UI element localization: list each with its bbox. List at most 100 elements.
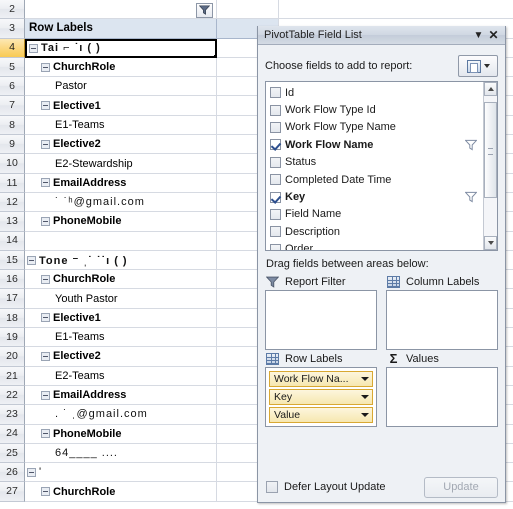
collapse-toggle-icon[interactable] — [27, 255, 36, 265]
update-button[interactable]: Update — [424, 476, 498, 498]
row-header-19[interactable]: 19 — [0, 328, 25, 348]
field-list-item[interactable]: Key — [268, 188, 483, 205]
field-checkbox[interactable] — [270, 139, 281, 151]
collapse-toggle-icon[interactable] — [29, 43, 38, 53]
field-checkbox[interactable] — [270, 156, 281, 168]
field-list-layout-button[interactable] — [458, 55, 498, 77]
pivot-cell[interactable]: ChurchRole — [25, 482, 217, 502]
field-list-item[interactable]: Work Flow Type Id — [268, 101, 483, 118]
chevron-down-icon[interactable] — [359, 410, 370, 421]
row-header-24[interactable]: 24 — [0, 424, 25, 444]
field-list-item[interactable]: Description — [268, 223, 483, 240]
collapse-toggle-icon[interactable] — [41, 429, 50, 439]
pivot-cell[interactable]: Pastor — [25, 77, 217, 97]
area-row-labels-dropzone[interactable]: Work Flow Na... Key Value — [265, 367, 377, 427]
defer-layout-update-checkbox[interactable] — [266, 481, 278, 493]
field-checkbox[interactable] — [270, 104, 281, 116]
pivot-field-button[interactable]: Key — [269, 389, 373, 405]
pivot-cell[interactable] — [25, 0, 217, 20]
row-header-7[interactable]: 7 — [0, 96, 25, 116]
chevron-down-icon[interactable] — [359, 374, 370, 385]
row-header-14[interactable]: 14 — [0, 231, 25, 251]
collapse-toggle-icon[interactable] — [41, 487, 50, 497]
pivot-cell[interactable]: E1-Teams — [25, 328, 217, 348]
pivot-cell[interactable]: Elective1 — [25, 308, 217, 329]
field-list-scrollbar[interactable] — [483, 82, 497, 250]
collapse-toggle-icon[interactable] — [41, 216, 50, 226]
field-list-item[interactable]: Status — [268, 154, 483, 171]
filter-icon[interactable] — [465, 139, 477, 151]
chevron-down-icon[interactable]: ▼ — [471, 28, 486, 43]
field-checkbox[interactable] — [270, 208, 281, 220]
row-header-16[interactable]: 16 — [0, 270, 25, 290]
pivot-cell[interactable]: ˙ ˙ʰ@gmail.com — [25, 192, 217, 213]
collapse-toggle-icon[interactable] — [41, 62, 50, 72]
field-list-item[interactable]: Work Flow Name — [268, 136, 483, 153]
sheet-cell[interactable] — [279, 0, 513, 20]
row-header-4[interactable]: 4 — [0, 38, 25, 58]
pivot-cell[interactable]: EmailAddress — [25, 173, 217, 193]
fill-handle[interactable] — [214, 54, 215, 56]
row-header-25[interactable]: 25 — [0, 443, 25, 464]
close-icon[interactable]: ✕ — [486, 28, 501, 43]
area-values-dropzone[interactable] — [386, 367, 498, 427]
row-header-23[interactable]: 23 — [0, 405, 25, 425]
collapse-toggle-icon[interactable] — [27, 467, 36, 477]
pivot-cell[interactable]: E1-Teams — [25, 115, 217, 136]
row-header-11[interactable]: 11 — [0, 173, 25, 193]
row-header-6[interactable]: 6 — [0, 77, 25, 97]
row-labels-header-cell[interactable]: Row Labels — [25, 19, 217, 39]
scroll-up-button[interactable] — [484, 82, 497, 96]
row-header-10[interactable]: 10 — [0, 154, 25, 174]
row-header-5[interactable]: 5 — [0, 57, 25, 78]
field-list-item[interactable]: Work Flow Type Name — [268, 119, 483, 136]
row-header-22[interactable]: 22 — [0, 385, 25, 406]
field-checkbox[interactable] — [270, 226, 281, 238]
pivot-cell[interactable]: 64____ .... — [25, 443, 217, 464]
row-header-9[interactable]: 9 — [0, 135, 25, 155]
pivot-cell[interactable]: Tone ⁻ ˌ˙ ˙˙ı ( ) — [25, 250, 217, 271]
row-labels-filter-button[interactable] — [196, 2, 213, 18]
collapse-toggle-icon[interactable] — [41, 351, 50, 361]
area-column-labels-dropzone[interactable] — [386, 290, 498, 350]
collapse-toggle-icon[interactable] — [41, 313, 50, 323]
collapse-toggle-icon[interactable] — [41, 274, 50, 284]
pivot-cell[interactable]: PhoneMobile — [25, 424, 217, 444]
field-list-item[interactable]: Completed Date Time — [268, 171, 483, 188]
filter-icon[interactable] — [465, 191, 477, 203]
field-list-box[interactable]: Id Work Flow Type Id Work Flow Type Name Wo… — [265, 81, 498, 251]
pivot-cell[interactable]: Elective2 — [25, 347, 217, 367]
pivot-cell[interactable]: ChurchRole — [25, 270, 217, 290]
pivot-cell[interactable]: Youth Pastor — [25, 289, 217, 309]
field-checkbox[interactable] — [270, 243, 281, 250]
pivot-cell[interactable]: ' — [25, 463, 217, 483]
pivot-cell[interactable]: E2-Teams — [25, 366, 217, 386]
field-list-item[interactable]: Field Name — [268, 206, 483, 223]
collapse-toggle-icon[interactable] — [41, 178, 50, 188]
row-header-3[interactable]: 3 — [0, 19, 25, 39]
area-report-filter-dropzone[interactable] — [265, 290, 377, 350]
row-header-21[interactable]: 21 — [0, 366, 25, 386]
pane-titlebar[interactable]: PivotTable Field List ▼ ✕ — [258, 26, 505, 45]
row-header-13[interactable]: 13 — [0, 212, 25, 232]
sheet-cell[interactable] — [217, 0, 279, 20]
pivot-field-button[interactable]: Work Flow Na... — [269, 371, 373, 387]
pivot-cell[interactable]: E2-Stewardship — [25, 154, 217, 174]
row-header-12[interactable]: 12 — [0, 192, 25, 213]
field-checkbox[interactable] — [270, 174, 281, 186]
scroll-thumb[interactable] — [484, 102, 497, 198]
pivot-cell[interactable]: Elective2 — [25, 135, 217, 155]
pivot-cell[interactable] — [25, 231, 217, 251]
field-checkbox[interactable] — [270, 87, 281, 99]
row-header-17[interactable]: 17 — [0, 289, 25, 309]
row-header-18[interactable]: 18 — [0, 308, 25, 329]
row-header-27[interactable]: 27 — [0, 482, 25, 502]
collapse-toggle-icon[interactable] — [41, 390, 50, 400]
row-header-20[interactable]: 20 — [0, 347, 25, 367]
pivot-cell[interactable]: ChurchRole — [25, 57, 217, 78]
pivot-field-button[interactable]: Value — [269, 407, 373, 423]
row-header-15[interactable]: 15 — [0, 250, 25, 271]
collapse-toggle-icon[interactable] — [41, 139, 50, 149]
pivot-cell[interactable]: PhoneMobile — [25, 212, 217, 232]
field-list-item[interactable]: Order — [268, 241, 483, 250]
